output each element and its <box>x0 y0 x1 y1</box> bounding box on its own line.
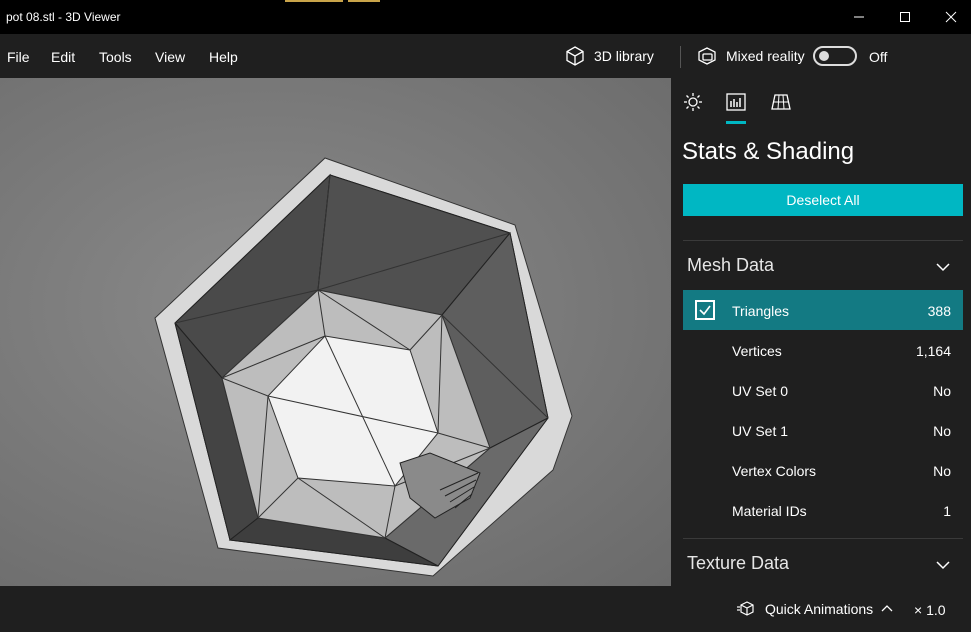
grid-icon <box>771 94 791 110</box>
menu-edit[interactable]: Edit <box>51 49 75 65</box>
animation-cube-icon <box>737 601 754 616</box>
close-icon <box>945 11 957 23</box>
menu-help[interactable]: Help <box>209 49 238 65</box>
mesh-row-vertices: Vertices 1,164 <box>683 330 963 370</box>
taskbar-accent <box>348 0 380 2</box>
window-title: pot 08.stl - 3D Viewer <box>6 10 121 24</box>
menu-bar: File Edit Tools View Help 3D library Mix… <box>0 34 971 78</box>
quick-animations-button[interactable]: Quick Animations <box>737 600 893 618</box>
divider <box>683 240 963 241</box>
minimize-button[interactable] <box>836 0 882 34</box>
row-value: No <box>933 463 951 479</box>
row-label: Triangles <box>732 303 790 319</box>
row-label: Vertex Colors <box>732 463 817 479</box>
tab-lighting[interactable] <box>681 90 705 114</box>
minimize-icon <box>854 16 864 18</box>
3d-viewport[interactable] <box>0 78 671 586</box>
mesh-row-triangles[interactable]: Triangles 388 <box>683 290 963 330</box>
active-tab-indicator <box>726 121 746 124</box>
animation-speed[interactable]: × 1.0 <box>914 602 946 618</box>
mixed-reality-button[interactable]: Mixed reality <box>696 42 805 70</box>
bottom-bar: Quick Animations × 1.0 <box>0 586 971 632</box>
title-bar: pot 08.stl - 3D Viewer <box>0 0 971 34</box>
chevron-up-icon <box>881 605 893 612</box>
panel-title: Stats & Shading <box>682 138 855 165</box>
checkmark-icon <box>699 305 711 316</box>
deselect-all-button[interactable]: Deselect All <box>683 184 963 216</box>
row-value: 1,164 <box>915 343 951 359</box>
mesh-row-material-ids: Material IDs 1 <box>683 490 963 530</box>
mixed-reality-label: Mixed reality <box>726 48 805 64</box>
mesh-data-header[interactable]: Mesh Data <box>687 255 774 276</box>
tab-grid[interactable] <box>769 90 793 114</box>
toggle-knob <box>819 51 829 61</box>
sun-icon <box>684 93 702 111</box>
stats-panel: Stats & Shading Deselect All Mesh Data T… <box>671 78 971 586</box>
mesh-row-uv-set-1: UV Set 1 No <box>683 410 963 450</box>
row-value: 1 <box>943 503 951 519</box>
row-value: No <box>933 423 951 439</box>
close-button[interactable] <box>928 0 971 34</box>
mesh-model[interactable] <box>0 78 671 586</box>
chevron-down-icon[interactable] <box>935 259 951 275</box>
taskbar-accent <box>285 0 343 2</box>
row-value: 388 <box>927 303 951 319</box>
mesh-row-uv-set-0: UV Set 0 No <box>683 370 963 410</box>
chevron-down-icon[interactable] <box>935 557 951 573</box>
row-label: UV Set 1 <box>732 423 789 439</box>
menu-view[interactable]: View <box>155 49 185 65</box>
mixed-reality-toggle[interactable] <box>813 46 857 66</box>
triangles-checkbox[interactable] <box>695 300 715 320</box>
mixed-reality-state: Off <box>869 49 888 65</box>
row-label: UV Set 0 <box>732 383 789 399</box>
3d-library-label: 3D library <box>594 48 654 64</box>
row-label: Vertices <box>732 343 782 359</box>
tab-stats[interactable] <box>724 90 748 114</box>
row-value: No <box>933 383 951 399</box>
divider <box>683 538 963 539</box>
maximize-icon <box>900 12 910 22</box>
mesh-row-vertex-colors: Vertex Colors No <box>683 450 963 490</box>
toolbar-divider <box>680 46 681 68</box>
menu-file[interactable]: File <box>7 49 30 65</box>
stats-icon <box>726 93 746 111</box>
maximize-button[interactable] <box>882 0 928 34</box>
cube-icon <box>566 46 584 66</box>
menu-tools[interactable]: Tools <box>99 49 132 65</box>
texture-data-header[interactable]: Texture Data <box>687 553 789 574</box>
3d-library-button[interactable]: 3D library <box>564 42 654 70</box>
mixed-reality-icon <box>698 47 716 65</box>
quick-animations-label: Quick Animations <box>765 601 874 617</box>
row-label: Material IDs <box>732 503 807 519</box>
